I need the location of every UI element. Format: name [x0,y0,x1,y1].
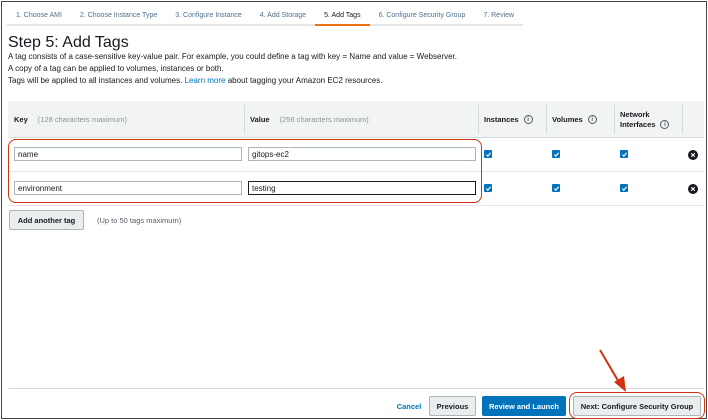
tab-choose-instance-type[interactable]: 2. Choose Instance Type [70,6,167,26]
add-tag-limit-hint: (Up to 50 tags maximum) [97,216,182,225]
tab-add-tags[interactable]: 5. Add Tags [315,6,370,26]
info-icon[interactable]: i [660,120,670,129]
description-line-2: A copy of a tag can be applied to volume… [8,64,224,73]
check-icon [621,151,627,157]
volumes-checkbox[interactable] [552,184,560,192]
tab-configure-security-group[interactable]: 6. Configure Security Group [369,6,475,26]
instances-column-header: Instances i [484,101,533,138]
column-divider [614,105,615,134]
description-text-suffix: about tagging your Amazon EC2 resources. [227,76,383,85]
check-icon [485,151,491,157]
previous-button[interactable]: Previous [429,396,476,416]
network-interfaces-column-header: Network Interfaces i [620,101,670,138]
annotation-highlight-box [8,139,482,203]
column-divider [682,105,683,134]
check-icon [553,151,559,157]
network-interfaces-header-label: Network Interfaces i [620,109,670,130]
description-line-1: A tag consists of a case-sensitive key-v… [8,52,457,61]
learn-more-link[interactable]: Learn more [185,76,226,85]
info-icon[interactable]: i [587,115,597,124]
info-icon[interactable]: i [523,115,533,124]
value-header-label: Value [250,115,270,124]
check-icon [485,185,491,191]
network-header-line2-wrap: Interfaces i [620,119,670,130]
instances-checkbox[interactable] [484,150,492,158]
key-header-hint: (128 characters maximum) [37,115,127,124]
value-column-header: Value (256 characters maximum) [250,101,369,138]
column-divider [478,105,479,134]
network-interfaces-checkbox[interactable] [620,184,628,192]
tags-table-header: Key (128 characters maximum) Value (256 … [8,101,704,138]
description-line-3: Tags will be applied to all instances an… [8,76,382,85]
description-text: Tags will be applied to all instances an… [8,76,183,85]
annotation-arrow-icon [599,349,626,392]
wizard-window: 1. Choose AMI 2. Choose Instance Type 3.… [1,1,707,419]
tab-review[interactable]: 7. Review [474,6,524,26]
remove-tag-icon[interactable] [688,150,698,160]
volumes-checkbox[interactable] [552,150,560,158]
tab-add-storage[interactable]: 4. Add Storage [250,6,316,26]
value-header-hint: (256 characters maximum) [279,115,369,124]
column-divider [546,105,547,134]
key-header-label: Key [14,115,28,124]
check-icon [621,185,627,191]
instances-header-label: Instances [484,115,519,124]
remove-tag-icon[interactable] [688,184,698,194]
tab-choose-ami[interactable]: 1. Choose AMI [7,6,71,26]
network-interfaces-checkbox[interactable] [620,150,628,158]
network-header-line2: Interfaces [620,119,656,129]
page-title: Step 5: Add Tags [8,34,129,51]
check-icon [553,185,559,191]
volumes-column-header: Volumes i [552,101,597,138]
tab-configure-instance[interactable]: 3. Configure Instance [166,6,251,26]
cancel-button[interactable]: Cancel [392,396,426,416]
column-divider [244,105,245,134]
instances-checkbox[interactable] [484,184,492,192]
volumes-header-label: Volumes [552,115,583,124]
review-and-launch-button[interactable]: Review and Launch [482,396,566,416]
key-column-header: Key (128 characters maximum) [14,101,127,138]
wizard-tabs: 1. Choose AMI 2. Choose Instance Type 3.… [7,6,524,28]
annotation-highlight-box [569,392,705,419]
network-header-line1: Network [620,109,650,119]
add-another-tag-button[interactable]: Add another tag [9,210,84,230]
